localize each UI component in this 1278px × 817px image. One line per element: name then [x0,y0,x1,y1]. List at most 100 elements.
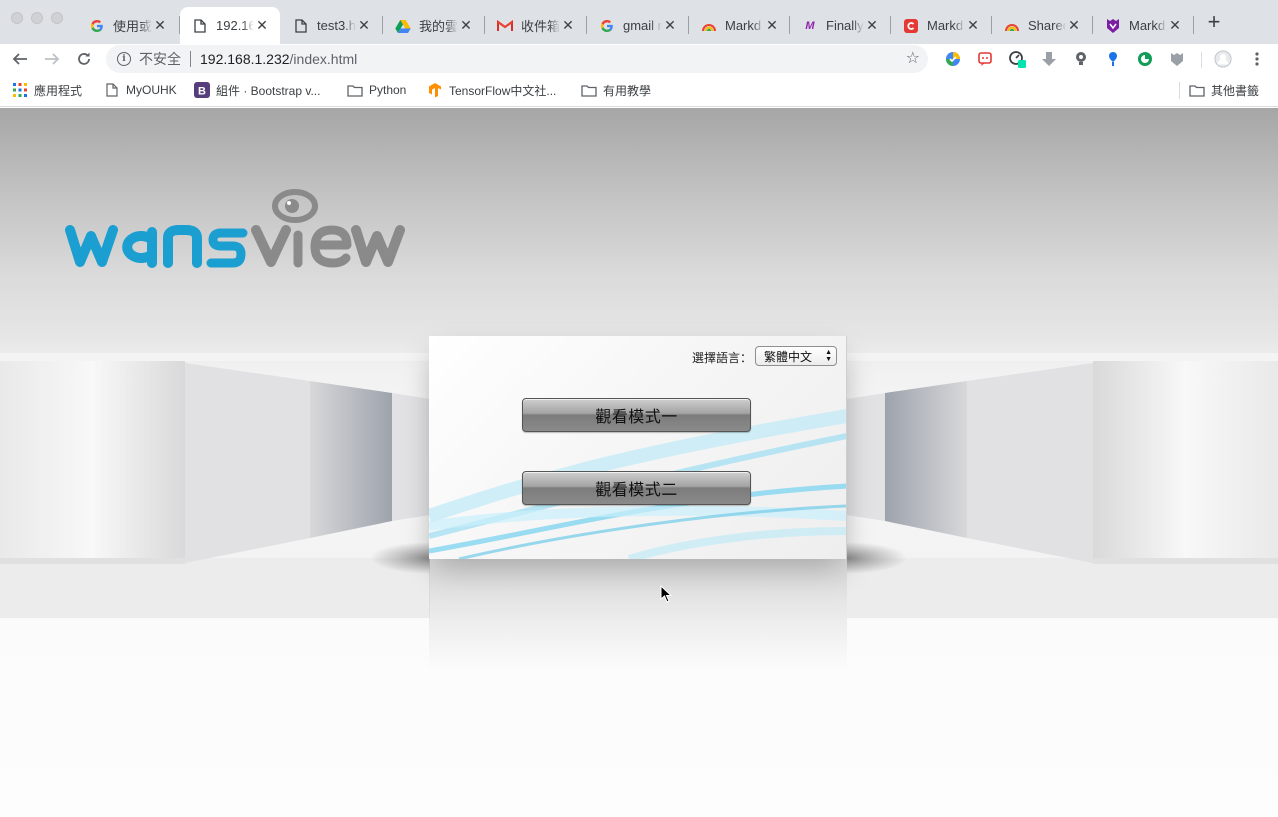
extension-bulb-icon[interactable] [1072,50,1090,68]
url-path[interactable]: /index.html [290,51,358,67]
bootstrap-icon: B [194,82,210,98]
address-bar[interactable]: i 不安全 192.168.1.232/index.html ☆ [106,45,928,73]
folder-icon [581,82,597,98]
tab-title: Markd [725,18,762,33]
m-logo-icon: M [805,19,815,32]
folder-icon [1189,82,1205,98]
minimize-window-button[interactable] [31,12,43,24]
extension-download-icon[interactable] [1040,50,1058,68]
zoom-window-button[interactable] [51,12,63,24]
google-icon [89,18,105,34]
bookmark-apps[interactable]: 應用程式 [12,81,82,99]
tab-title: 使用或 [113,19,152,34]
page-icon [293,18,309,34]
language-selected-value: 繁體中文 [764,349,813,364]
close-icon[interactable]: ✕ [458,17,474,34]
bookmark-label: Python [369,83,407,97]
google-icon [599,18,615,34]
url-host[interactable]: 192.168.1.232 [200,51,290,67]
rainbow-icon [1004,18,1020,34]
page-icon [192,18,208,34]
bookmark-tutorials[interactable]: 有用教學 [581,81,651,99]
tab-title: 192.16 [216,18,254,33]
view-mode-2-button[interactable]: 觀看模式二 [522,471,751,505]
bookmark-label: TensorFlow中文社... [449,83,557,98]
close-icon[interactable]: ✕ [254,17,270,34]
language-label: 選擇語言： [692,351,753,365]
menu-kebab-icon[interactable] [1248,50,1266,68]
close-icon[interactable]: ✕ [152,17,168,34]
tab-title: Shared [1028,18,1066,33]
tensorflow-icon [427,82,443,98]
apps-grid-icon [12,82,28,98]
bookmark-tensorflow[interactable]: TensorFlow中文社... [427,81,556,99]
extension-shield-icon[interactable] [1168,50,1186,68]
gmail-icon [497,18,513,34]
decorative-waves [429,409,846,559]
tab-strip: 使用或 ✕ 192.16 ✕ test3.h ✕ 我的雲 ✕ 收件箱 ✕ gma… [0,0,1278,44]
browser-toolbar: i 不安全 192.168.1.232/index.html ☆ [0,44,1278,74]
close-icon[interactable]: ✕ [764,17,780,34]
page-icon [104,82,120,98]
profile-avatar[interactable] [1214,50,1232,68]
tab-title: 收件箱 [521,19,560,34]
forward-button[interactable] [41,48,63,70]
google-drive-icon [395,18,411,34]
tab-11[interactable]: Markd ✕ [1093,7,1193,44]
tab-title: Finally [826,18,864,33]
bookmark-label: 有用教學 [603,83,652,98]
security-status[interactable]: 不安全 [139,49,181,69]
tab-title: Markd [927,18,964,33]
bookmarks-bar: 應用程式 MyOUHK B 組件 · Bootstrap v... Python… [0,74,1278,107]
tab-title: test3.h [317,18,356,33]
close-icon[interactable]: ✕ [965,17,981,34]
bookmark-python[interactable]: Python [347,81,406,99]
extension-green-icon[interactable] [1136,50,1154,68]
mode-selection-panel: 選擇語言： 繁體中文 ▲ ▼ 觀看模式一 觀看模式二 [429,336,847,559]
bookmark-star-icon[interactable]: ☆ [906,51,920,67]
bookmark-myouhk[interactable]: MyOUHK [104,81,177,99]
extension-gauge-icon[interactable] [1008,50,1026,68]
tab-3[interactable]: test3.h ✕ [281,7,382,44]
mouse-cursor-icon [660,585,672,603]
close-icon[interactable]: ✕ [356,17,372,34]
tab-5[interactable]: 收件箱 ✕ [485,7,586,44]
new-tab-button[interactable]: + [1204,11,1224,33]
extension-pin-icon[interactable] [1104,50,1122,68]
close-icon[interactable]: ✕ [1167,17,1183,34]
close-icon[interactable]: ✕ [864,17,880,34]
tab-10[interactable]: Shared ✕ [992,7,1092,44]
tab-6[interactable]: gmail r ✕ [587,7,688,44]
bookmark-label: 應用程式 [34,83,83,98]
extension-chat-icon[interactable] [976,50,994,68]
reload-button[interactable] [73,48,95,70]
folder-icon [347,82,363,98]
rainbow-icon [701,18,717,34]
tab-title: gmail r [623,18,662,33]
language-select[interactable]: 繁體中文 ▲ ▼ [755,346,837,366]
tab-7[interactable]: Markd ✕ [689,7,790,44]
tab-8[interactable]: M Finally ✕ [790,7,890,44]
tab-title: 我的雲 [419,19,458,34]
red-logo-icon [903,18,919,34]
bookmark-bootstrap[interactable]: B 組件 · Bootstrap v... [194,81,320,99]
close-icon[interactable]: ✕ [560,17,576,34]
panel-reflection [429,559,847,669]
page-content: 選擇語言： 繁體中文 ▲ ▼ 觀看模式一 觀看模式二 [0,108,1278,817]
tab-4[interactable]: 我的雲 ✕ [383,7,484,44]
extension-colorful-icon[interactable] [944,50,962,68]
tab-title: Markd [1129,18,1166,33]
select-arrows-icon: ▲ ▼ [825,349,832,363]
bookmark-label: MyOUHK [126,83,177,97]
close-icon[interactable]: ✕ [662,17,678,34]
tab-9[interactable]: Markd ✕ [891,7,991,44]
close-window-button[interactable] [11,12,23,24]
bookmark-label: 組件 · Bootstrap v... [216,83,321,98]
bookmark-other[interactable]: 其他書籤 [1189,81,1259,99]
view-mode-1-button[interactable]: 觀看模式一 [522,398,751,432]
back-button[interactable] [9,48,31,70]
close-icon[interactable]: ✕ [1066,17,1082,34]
tab-2[interactable]: 192.16 ✕ [180,7,280,44]
info-icon[interactable]: i [117,52,131,66]
tab-1[interactable]: 使用或 ✕ [77,7,178,44]
